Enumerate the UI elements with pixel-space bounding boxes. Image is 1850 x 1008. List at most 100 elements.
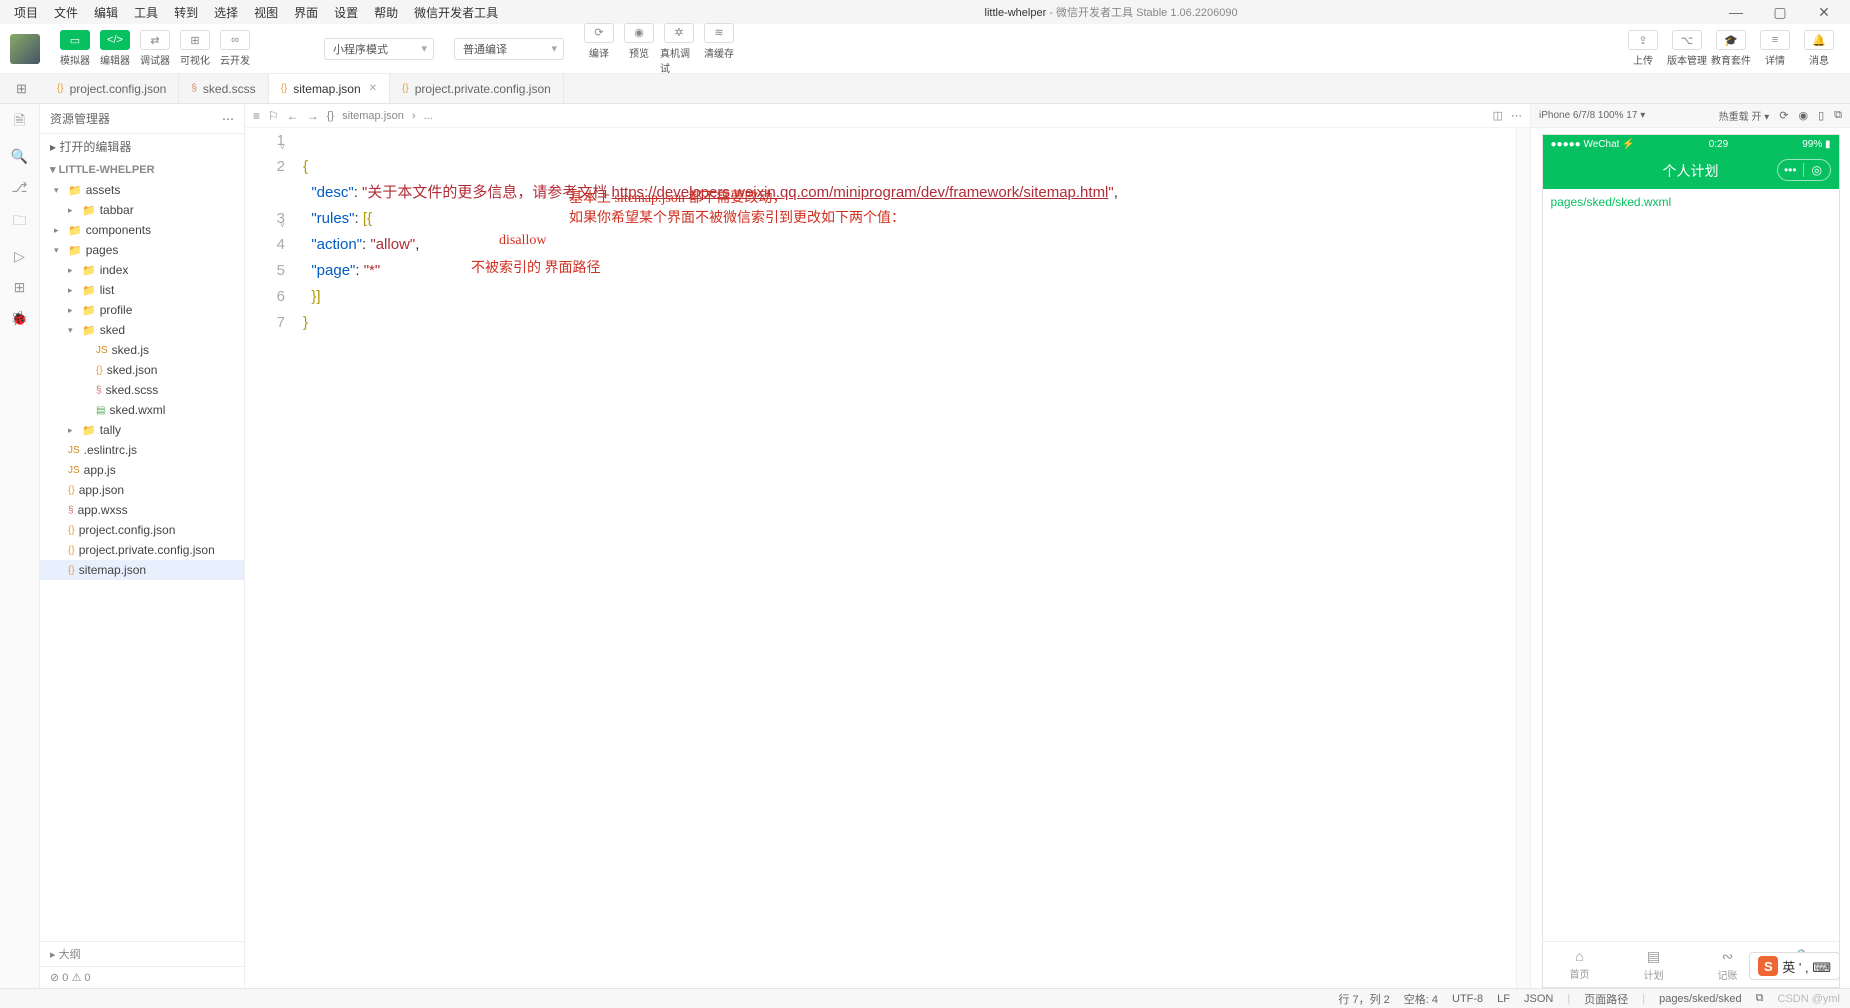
refresh-icon[interactable]: ⟳ bbox=[1779, 109, 1788, 122]
menu-item[interactable]: 工具 bbox=[128, 2, 164, 23]
tree-item[interactable]: §sked.scss bbox=[40, 380, 244, 400]
back-icon[interactable]: ← bbox=[287, 109, 299, 123]
tabbar-item[interactable]: ⌂首页 bbox=[1543, 942, 1617, 987]
menu-item[interactable]: 界面 bbox=[288, 2, 324, 23]
tree-item[interactable]: JS.eslintrc.js bbox=[40, 440, 244, 460]
compile-select[interactable]: 普通编译 bbox=[454, 38, 564, 60]
menu-item[interactable]: 文件 bbox=[48, 2, 84, 23]
folder-icon[interactable]: 🗀 bbox=[13, 210, 27, 234]
cursor-position[interactable]: 行 7，列 2 bbox=[1338, 991, 1389, 1007]
tree-item[interactable]: JSapp.js bbox=[40, 460, 244, 480]
toolbar-button[interactable]: ⇪上传 bbox=[1622, 30, 1664, 67]
tree-item[interactable]: {}sked.json bbox=[40, 360, 244, 380]
eol-status[interactable]: LF bbox=[1497, 993, 1510, 1005]
editor-tab[interactable]: §sked.scss bbox=[179, 74, 268, 103]
simulator[interactable]: ●●●●● WeChat ⚡ 0:29 99% ▮ 个人计划 •••◎ page… bbox=[1542, 134, 1840, 988]
tree-item[interactable]: ▾📁assets bbox=[40, 180, 244, 200]
close-button[interactable]: ✕ bbox=[1806, 4, 1842, 21]
menu-item[interactable]: 视图 bbox=[248, 2, 284, 23]
editor-tab[interactable]: {}project.config.json bbox=[45, 74, 179, 103]
menu-item[interactable]: 微信开发者工具 bbox=[408, 2, 504, 23]
outline-section[interactable]: ▸ 大纲 bbox=[40, 941, 244, 966]
language-status[interactable]: JSON bbox=[1524, 993, 1553, 1005]
search-icon[interactable]: 🔍 bbox=[11, 148, 28, 165]
toolbar-button[interactable]: ≋清缓存 bbox=[700, 23, 738, 75]
tree-item[interactable]: {}project.private.config.json bbox=[40, 540, 244, 560]
tree-item[interactable]: {}project.config.json bbox=[40, 520, 244, 540]
tree-item[interactable]: ▸📁tally bbox=[40, 420, 244, 440]
problems-status[interactable]: ⊘ 0 ⚠ 0 bbox=[40, 966, 244, 988]
project-root[interactable]: LITTLE-WHELPER bbox=[59, 164, 155, 176]
toolbar-button[interactable]: ▭模拟器 bbox=[56, 30, 94, 67]
indent-status[interactable]: 空格: 4 bbox=[1404, 991, 1438, 1007]
toolbar-button[interactable]: ◉预览 bbox=[620, 23, 658, 75]
tree-item[interactable]: §app.wxss bbox=[40, 500, 244, 520]
maximize-button[interactable]: ▢ bbox=[1762, 4, 1798, 21]
toolbar-button[interactable]: </>编辑器 bbox=[96, 30, 134, 67]
breadcrumb-more[interactable]: ... bbox=[424, 110, 433, 122]
tabbar-item[interactable]: ▤计划 bbox=[1617, 942, 1691, 987]
twist-icon: ▸ bbox=[68, 265, 78, 276]
mode-select[interactable]: 小程序模式 bbox=[324, 38, 434, 60]
tree-item[interactable]: ▸📁list bbox=[40, 280, 244, 300]
file-icon: {} bbox=[402, 83, 409, 94]
toolbar-button[interactable]: 🎓教育套件 bbox=[1710, 30, 1752, 67]
more-icon[interactable]: ⋯ bbox=[222, 112, 234, 126]
menu-item[interactable]: 选择 bbox=[208, 2, 244, 23]
copy-icon[interactable]: ⧉ bbox=[1756, 992, 1764, 1005]
breadcrumb-file[interactable]: sitemap.json bbox=[342, 110, 404, 122]
tree-item[interactable]: {}app.json bbox=[40, 480, 244, 500]
toolbar-button[interactable]: ≡详情 bbox=[1754, 30, 1796, 67]
toolbar-button[interactable]: ⌥版本管理 bbox=[1666, 30, 1708, 67]
tree-item[interactable]: ▤sked.wxml bbox=[40, 400, 244, 420]
branch-icon[interactable]: ⎇ bbox=[11, 179, 27, 196]
sidebar-toggle-icon[interactable]: ⊞ bbox=[16, 81, 27, 97]
toolbar-button[interactable]: ⊞可视化 bbox=[176, 30, 214, 67]
editor-tab[interactable]: {}project.private.config.json bbox=[390, 74, 564, 103]
tree-item[interactable]: ▸📁profile bbox=[40, 300, 244, 320]
menu-item[interactable]: 帮助 bbox=[368, 2, 404, 23]
close-icon[interactable]: ✕ bbox=[369, 83, 377, 94]
file-icon: {} bbox=[281, 83, 288, 94]
plugin-icon[interactable]: 🐞 bbox=[11, 310, 28, 327]
reload-select[interactable]: 热重载 开 ▾ bbox=[1719, 108, 1770, 123]
tree-item[interactable]: ▾📁sked bbox=[40, 320, 244, 340]
page-path-value[interactable]: pages/sked/sked bbox=[1659, 993, 1742, 1005]
code-editor[interactable]: 1˅ 2 3˅ 4 5 6 7 { "desc": "关于本文件的更多信息，请参… bbox=[245, 128, 1530, 988]
menu-item[interactable]: 转到 bbox=[168, 2, 204, 23]
tree-item[interactable]: ▸📁index bbox=[40, 260, 244, 280]
ime-indicator[interactable]: S 英 ' , ⌨ bbox=[1749, 952, 1840, 980]
toolbar-button[interactable]: ⟳编译 bbox=[580, 23, 618, 75]
run-icon[interactable]: ▷ bbox=[14, 248, 25, 265]
device-select[interactable]: iPhone 6/7/8 100% 17 ▾ bbox=[1539, 110, 1645, 121]
device-icon[interactable]: ▯ bbox=[1818, 109, 1824, 122]
record-icon[interactable]: ◉ bbox=[1798, 109, 1808, 122]
minimap[interactable] bbox=[1516, 128, 1530, 988]
encoding-status[interactable]: UTF-8 bbox=[1452, 993, 1483, 1005]
minimize-button[interactable]: — bbox=[1718, 4, 1754, 21]
forward-icon[interactable]: → bbox=[307, 109, 319, 123]
toolbar-button[interactable]: ✲真机调试 bbox=[660, 23, 698, 75]
extension-icon[interactable]: ⊞ bbox=[14, 279, 26, 296]
tree-item[interactable]: ▸📁components bbox=[40, 220, 244, 240]
editor-tab[interactable]: {}sitemap.json✕ bbox=[269, 74, 390, 103]
menu-item[interactable]: 编辑 bbox=[88, 2, 124, 23]
menu-item[interactable]: 项目 bbox=[8, 2, 44, 23]
open-editors-section[interactable]: ▸ 打开的编辑器 bbox=[40, 133, 244, 159]
tree-item[interactable]: {}sitemap.json bbox=[40, 560, 244, 580]
capsule[interactable]: •••◎ bbox=[1777, 159, 1831, 181]
toolbar-button[interactable]: ∞云开发 bbox=[216, 30, 254, 67]
list-icon[interactable]: ≡ bbox=[253, 109, 260, 123]
avatar[interactable] bbox=[10, 34, 40, 64]
tree-item[interactable]: JSsked.js bbox=[40, 340, 244, 360]
tree-item[interactable]: ▾📁pages bbox=[40, 240, 244, 260]
menu-item[interactable]: 设置 bbox=[328, 2, 364, 23]
more-icon[interactable]: ⋯ bbox=[1511, 109, 1522, 122]
popout-icon[interactable]: ⧉ bbox=[1834, 109, 1842, 122]
bookmark-icon[interactable]: ⚐ bbox=[268, 109, 279, 123]
toolbar-button[interactable]: 🔔消息 bbox=[1798, 30, 1840, 67]
split-icon[interactable]: ◫ bbox=[1493, 109, 1503, 122]
explorer-icon[interactable]: 🗎 bbox=[14, 110, 25, 134]
tree-item[interactable]: ▸📁tabbar bbox=[40, 200, 244, 220]
toolbar-button[interactable]: ⇄调试器 bbox=[136, 30, 174, 67]
